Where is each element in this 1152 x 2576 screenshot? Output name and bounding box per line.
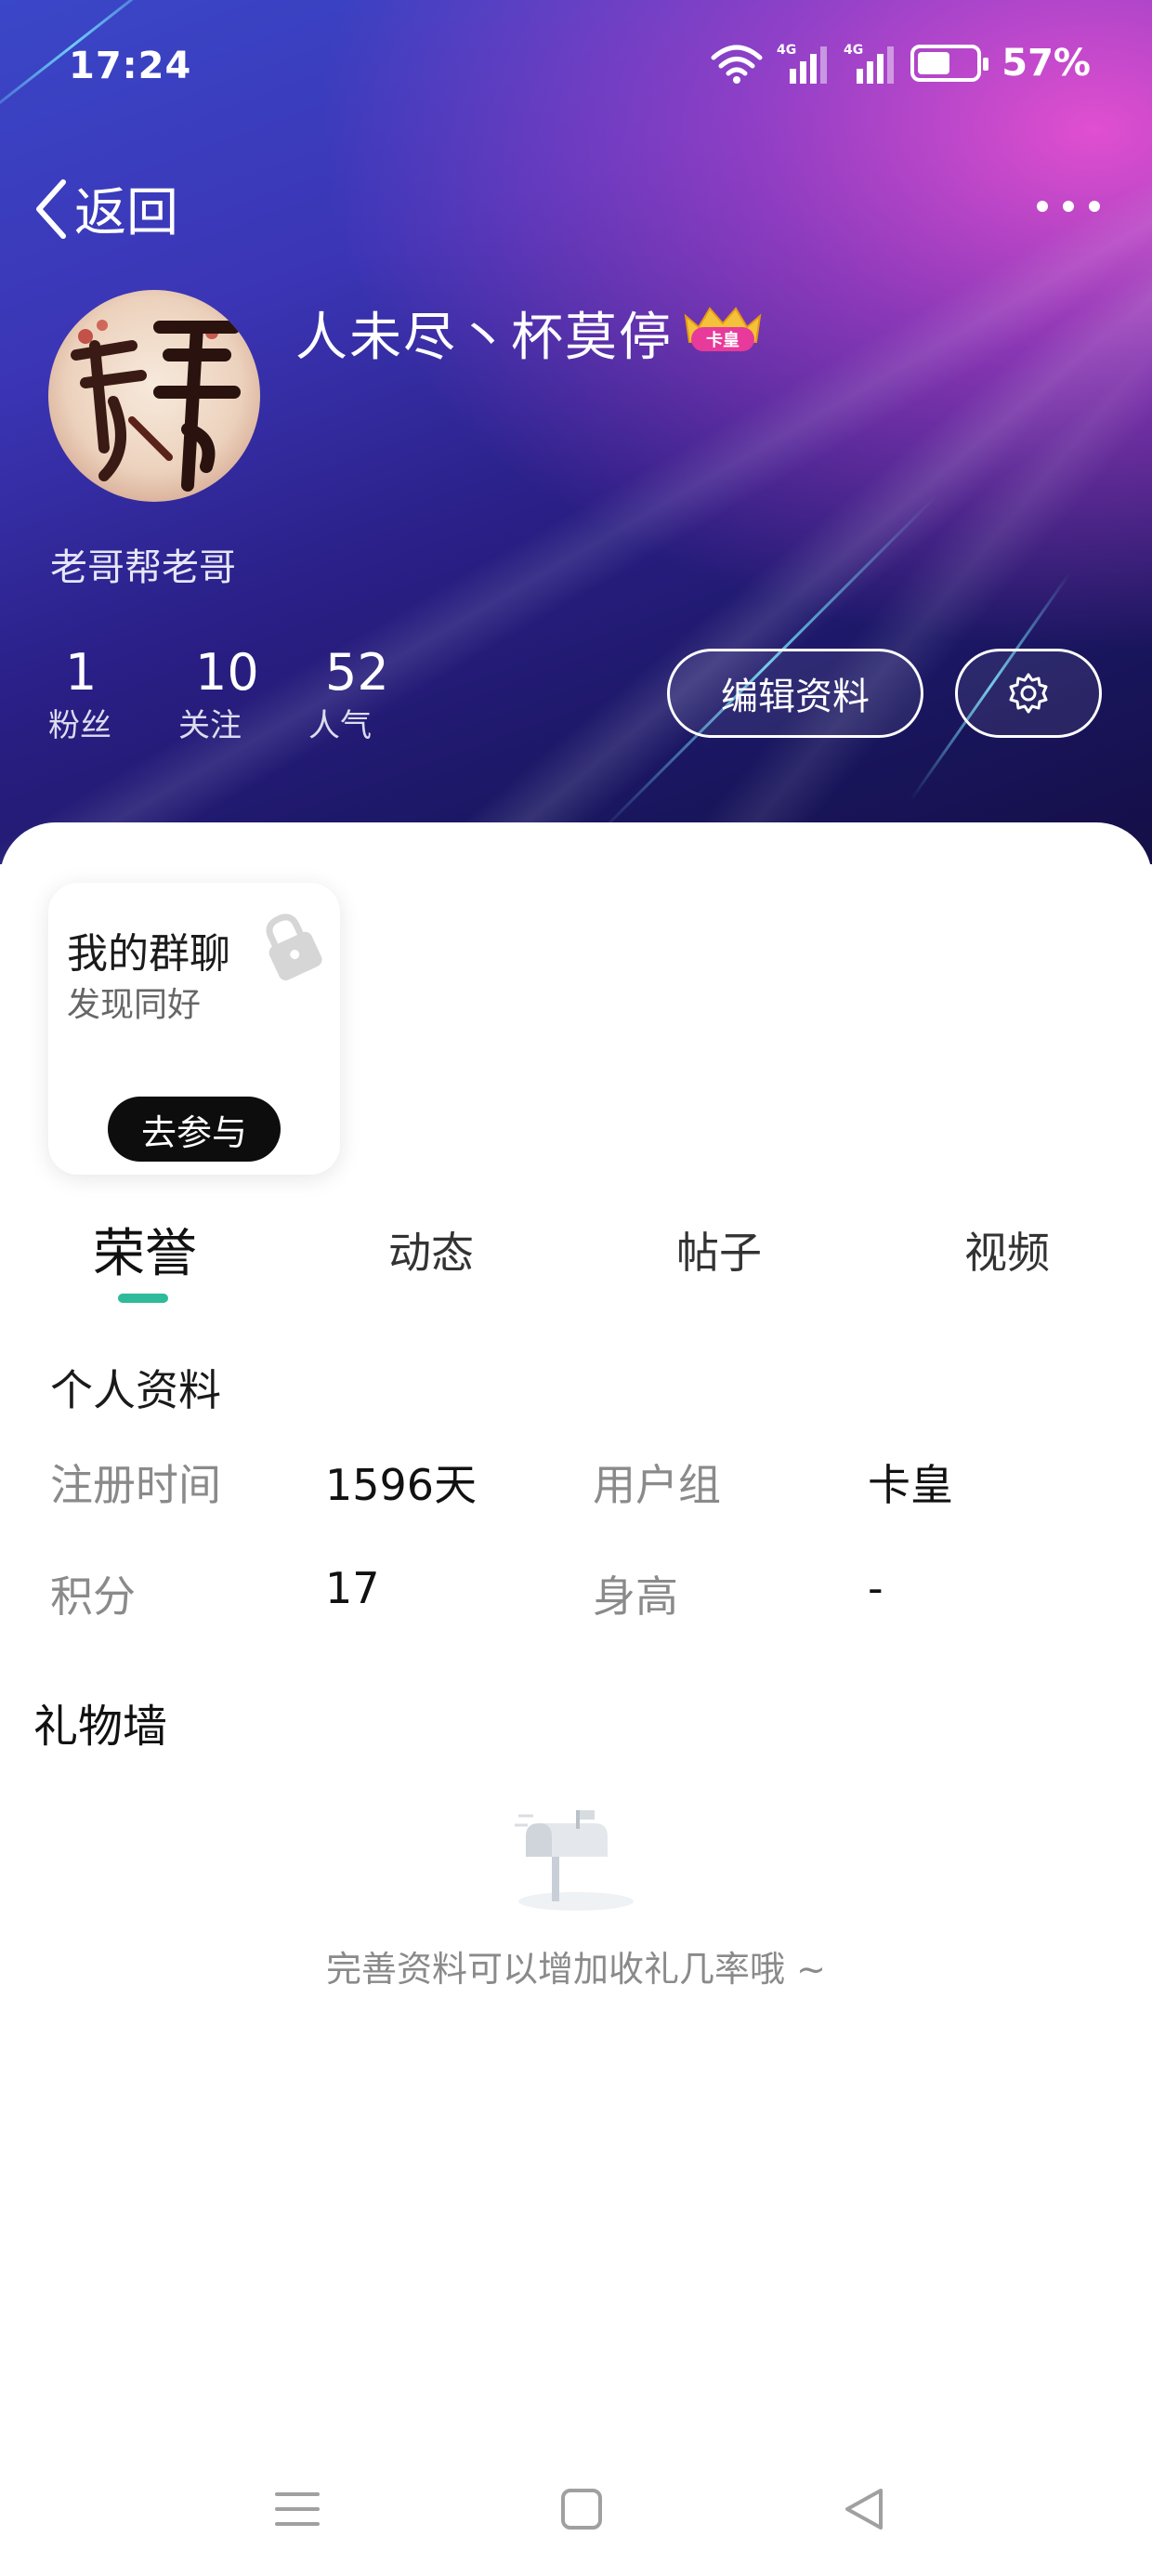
info-row: 积分 17 身高 - [0,1563,1152,1628]
system-nav-bar [0,2453,1152,2576]
tab-posts[interactable]: 帖子 [676,1219,762,1281]
info-label: 身高 [593,1571,678,1622]
chevron-left-icon [36,178,66,239]
username: 人未尽丶杯莫停 [295,308,673,368]
back-button[interactable]: 返回 [32,171,178,246]
network-type-label: 4G [844,43,863,58]
info-label: 注册时间 [50,1460,221,1510]
info-value: 卡皇 [868,1460,953,1510]
status-bar: 17:24 4G 4G 57% [0,0,1152,139]
battery-icon [910,45,989,82]
tab-honor[interactable]: 荣誉 [93,1212,197,1287]
settings-button[interactable] [955,649,1102,738]
stat-following[interactable]: 10 关注 [178,641,308,747]
avatar[interactable] [48,290,260,502]
gift-wall-empty-text: 完善资料可以增加收礼几率哦 ~ [326,1949,826,1990]
stat-fans[interactable]: 1 粉丝 [48,641,178,747]
personal-info-title: 个人资料 [50,1365,221,1415]
tab-videos[interactable]: 视频 [964,1219,1050,1281]
cellular-signal-icon: 4G [777,43,828,84]
stat-value: 52 [325,643,389,702]
edit-profile-button[interactable]: 编辑资料 [667,649,923,738]
info-value: 17 [325,1563,380,1613]
user-bio: 老哥帮老哥 [50,546,236,589]
info-label: 积分 [50,1571,136,1622]
my-group-chat-card[interactable]: 我的群聊 发现同好 去参与 [48,883,340,1175]
tab-activity[interactable]: 动态 [388,1219,474,1281]
profile-stats: 1 粉丝 10 关注 52 人气 [48,641,439,747]
profile-tabs: 荣誉 动态 帖子 视频 [0,1208,1152,1310]
status-icons: 4G 4G 57% [710,41,1091,85]
stat-label: 人气 [308,707,372,744]
back-label: 返回 [74,183,178,243]
vip-badge-text: 卡皇 [706,330,740,350]
mailbox-icon [515,1810,634,1911]
battery-percent: 57% [1001,42,1091,85]
back-triangle-icon[interactable] [836,2481,892,2537]
wifi-icon [711,45,763,84]
gear-icon [1009,673,1048,714]
stat-value: 1 [65,643,98,702]
lock-icon [266,913,322,980]
battery-fill [918,52,950,74]
stat-label: 关注 [178,707,242,744]
group-card-title: 我的群聊 [67,930,230,978]
home-square-icon[interactable] [554,2481,609,2537]
stat-value: 10 [195,643,259,702]
join-button[interactable]: 去参与 [108,1097,281,1162]
active-tab-indicator [118,1294,168,1303]
info-value: 1596天 [325,1460,478,1510]
stat-popularity[interactable]: 52 人气 [308,641,439,747]
more-dots-icon[interactable] [1037,186,1102,223]
status-time: 17:24 [69,45,192,87]
stat-label: 粉丝 [48,707,111,744]
group-card-subtitle: 发现同好 [67,986,202,1024]
gift-wall-title: 礼物墙 [33,1701,168,1753]
avatar-calligraphy-image [71,320,241,492]
info-label: 用户组 [593,1460,721,1510]
network-type-label: 4G [777,43,796,58]
cellular-signal-icon: 4G [844,43,895,84]
info-value: - [868,1563,884,1613]
info-row: 注册时间 1596天 用户组 卡皇 [0,1452,1152,1517]
menu-icon[interactable] [269,2481,325,2537]
vip-crown-badge-icon: 卡皇 [684,307,762,351]
